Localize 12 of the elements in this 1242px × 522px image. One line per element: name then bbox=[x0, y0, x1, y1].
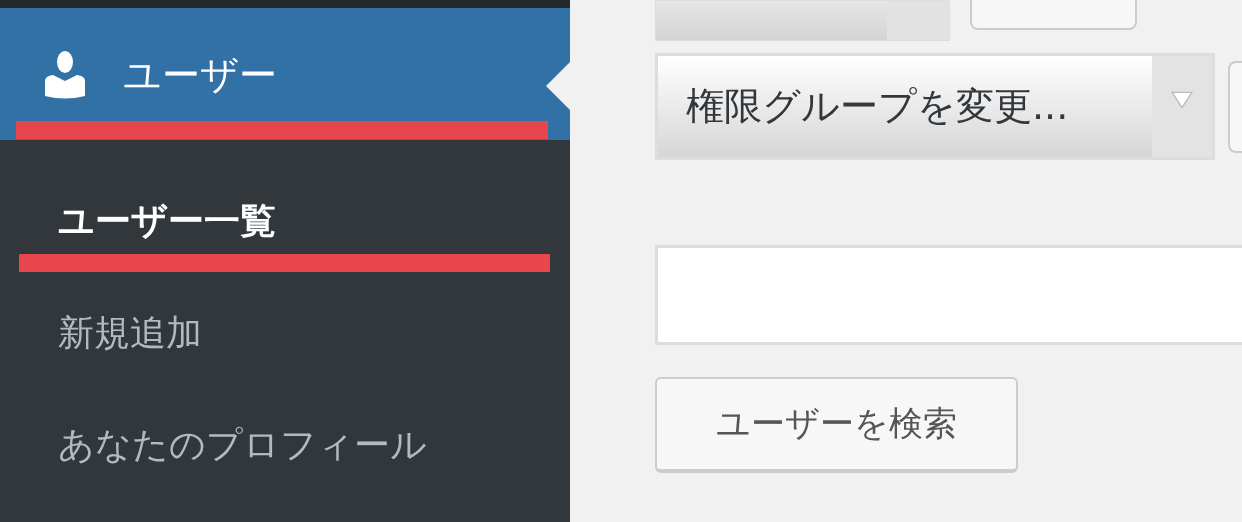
user-icon bbox=[43, 51, 87, 99]
menu-label: ユーザー bbox=[123, 51, 277, 99]
submenu-item[interactable]: 新規追加 bbox=[58, 308, 202, 358]
role-dropdown[interactable]: 権限グループを変更... bbox=[655, 53, 1215, 160]
submenu-item[interactable]: あなたのプロフィール bbox=[58, 420, 427, 470]
bulk-action-dropdown[interactable] bbox=[655, 0, 950, 41]
caret-icon bbox=[1171, 90, 1193, 109]
search-button[interactable]: ユーザーを検索 bbox=[655, 377, 1018, 473]
apply-button[interactable] bbox=[970, 0, 1137, 30]
menu-item[interactable]: ユーザー bbox=[0, 8, 570, 140]
search-field[interactable] bbox=[655, 245, 1242, 345]
submenu-item[interactable]: ユーザー一覧 bbox=[58, 196, 276, 246]
